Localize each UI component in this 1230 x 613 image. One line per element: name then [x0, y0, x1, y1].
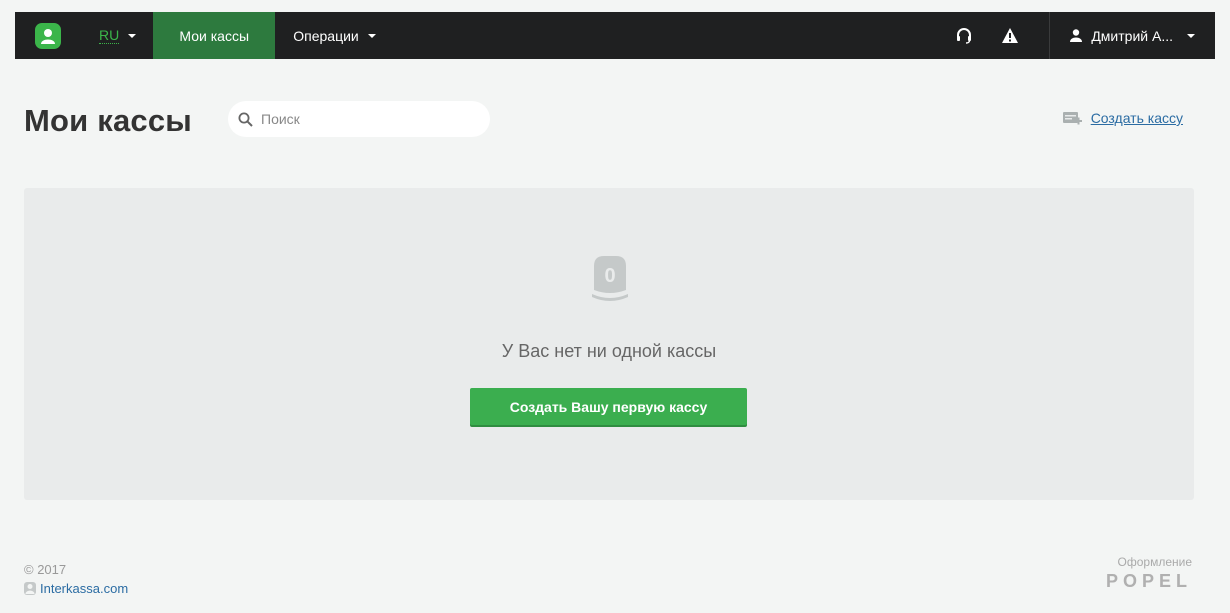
warning-icon[interactable]	[997, 23, 1023, 49]
user-name: Дмитрий А...	[1091, 27, 1173, 44]
navbar-right: Дмитрий А...	[951, 12, 1215, 59]
language-label: RU	[99, 27, 120, 44]
nav-item-operations-label: Операции	[293, 27, 359, 44]
add-register-icon	[1062, 111, 1082, 124]
create-register-link[interactable]: Создать кассу	[1062, 110, 1183, 126]
page-title: Мои кассы	[24, 103, 192, 138]
empty-register-number: 0	[604, 265, 615, 287]
copyright: © 2017	[24, 562, 67, 577]
search-icon	[238, 112, 253, 127]
language-selector[interactable]: RU	[99, 27, 137, 44]
design-label: Оформление	[1117, 555, 1192, 569]
logo-icon[interactable]	[35, 22, 61, 49]
search-input[interactable]	[259, 110, 483, 128]
chevron-down-icon	[1187, 33, 1195, 38]
user-icon	[1070, 29, 1083, 42]
chevron-down-icon	[128, 33, 137, 38]
headset-icon[interactable]	[951, 23, 977, 49]
create-register-label: Создать кассу	[1090, 110, 1183, 126]
nav-item-operations[interactable]: Операции	[293, 28, 376, 44]
interkassa-icon	[24, 582, 36, 595]
chevron-down-icon	[367, 33, 376, 38]
empty-state-panel: 0 У Вас нет ни одной кассы Создать Вашу …	[24, 188, 1194, 500]
empty-state-message: У Вас нет ни одной кассы	[501, 341, 717, 361]
design-brand: POPEL	[1105, 571, 1192, 591]
interkassa-link[interactable]: Interkassa.com	[24, 581, 128, 596]
top-navbar: RU Мои кассы Операции Дмитрий А...	[15, 12, 1215, 59]
nav-item-my-registers[interactable]: Мои кассы	[153, 12, 276, 59]
search-box[interactable]	[228, 101, 490, 137]
empty-register-icon: 0	[590, 254, 630, 307]
create-first-register-button[interactable]: Создать Вашу первую кассу	[470, 388, 747, 425]
user-menu[interactable]: Дмитрий А...	[1049, 12, 1215, 59]
interkassa-link-label: Interkassa.com	[40, 581, 129, 596]
design-credit[interactable]: Оформление POPEL	[1106, 555, 1192, 592]
